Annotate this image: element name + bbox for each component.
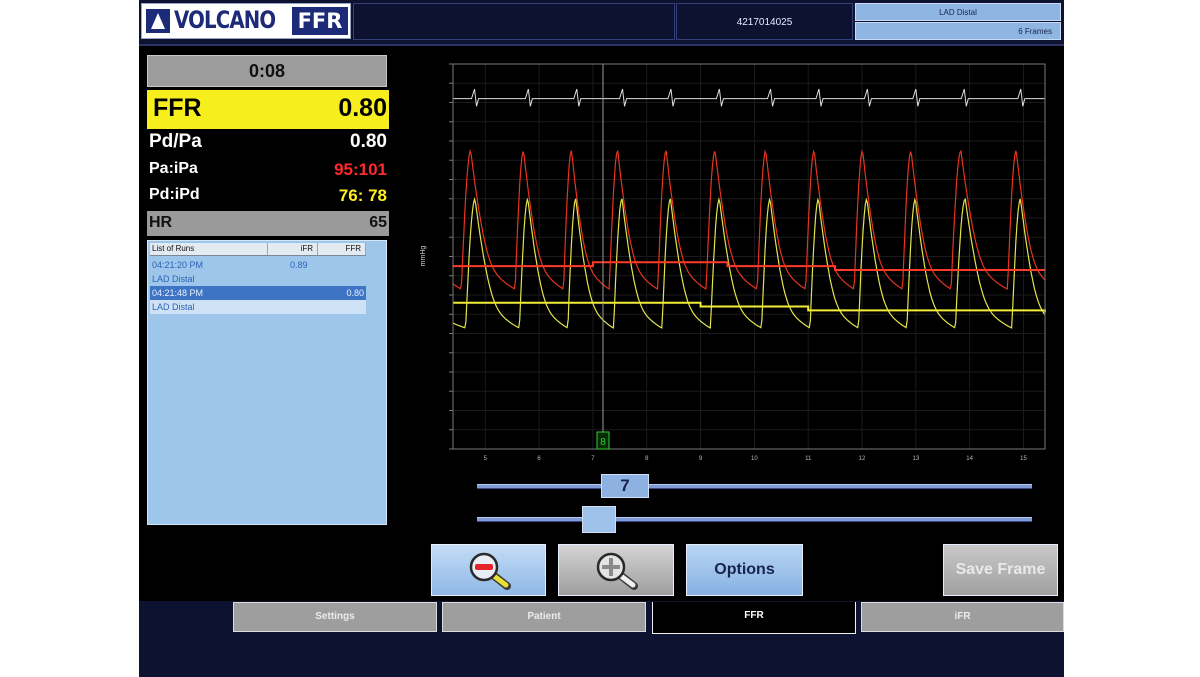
patient-id[interactable]: 4217014025	[676, 3, 853, 40]
pa-ipa-label: Pa:iPa	[149, 160, 198, 177]
x-tick-label: 6	[537, 456, 541, 462]
x-tick-label: 14	[966, 456, 973, 462]
pd-ipd-readout: Pd:iPd 76: 78	[147, 186, 389, 212]
chart-ticks: 5 6 7 8 9 10 11 12 13 14 15	[449, 63, 1027, 462]
x-tick-label: 7	[591, 456, 595, 462]
zoom-out-button[interactable]	[431, 544, 546, 596]
header-bar: VOLCANO FFR 4217014025 LAD Distal 6 Fram…	[139, 0, 1064, 46]
column-list-of-runs[interactable]: List of Runs	[150, 243, 268, 255]
pressure-chart[interactable]: 5 6 7 8 9 10 11 12 13 14 15 mmHg 8	[417, 58, 1053, 468]
tab-ifr[interactable]: iFR	[861, 602, 1064, 632]
pd-ipd-value: 76: 78	[338, 186, 387, 205]
run-row-1-vessel[interactable]: LAD Distal	[150, 272, 366, 286]
x-tick-label: 11	[805, 456, 812, 462]
x-tick-label: 10	[751, 456, 758, 462]
frame-slider-track[interactable]	[477, 484, 1032, 489]
run-vessel: LAD Distal	[152, 302, 195, 312]
run-ifr: 0.89	[290, 260, 308, 270]
ffr-value: 0.80	[338, 94, 387, 122]
save-frame-button[interactable]: Save Frame	[943, 544, 1058, 596]
logo-ffr-badge: FFR	[292, 7, 348, 35]
zoom-in-button[interactable]	[558, 544, 674, 596]
ecg-trace	[453, 88, 1045, 107]
x-tick-label: 13	[912, 456, 919, 462]
x-tick-label: 12	[859, 456, 866, 462]
chart-traces	[452, 88, 1046, 329]
hr-label: HR	[149, 214, 173, 231]
header-info-field	[353, 3, 675, 40]
y-axis-label: mmHg	[420, 246, 427, 267]
run-ffr: 0.80	[346, 288, 364, 298]
pa-ipa-readout: Pa:iPa 95:101	[147, 160, 389, 186]
pa-ipa-value: 95:101	[334, 160, 387, 179]
x-tick-label: 9	[699, 456, 703, 462]
runs-list-header: List of Runs iFR FFR	[150, 243, 366, 256]
x-tick-label: 15	[1020, 456, 1027, 462]
tab-ffr[interactable]: FFR	[652, 602, 856, 634]
zoom-out-icon	[469, 552, 511, 590]
run-time: 04:21:20 PM	[152, 260, 204, 270]
logo-text: VOLCANO	[174, 6, 276, 34]
time-marker-label: 8	[600, 437, 606, 448]
x-tick-label: 8	[645, 456, 649, 462]
run-vessel: LAD Distal	[152, 274, 195, 284]
chart-grid	[453, 63, 1045, 450]
heart-rate-readout: HR 65	[147, 211, 389, 236]
pressure-chart-svg: 5 6 7 8 9 10 11 12 13 14 15 mmHg 8	[420, 63, 1046, 462]
pd-pa-readout: Pd/Pa 0.80	[147, 131, 389, 157]
tab-settings[interactable]: Settings	[233, 602, 437, 632]
zoom-slider-thumb[interactable]	[582, 506, 616, 533]
tab-patient[interactable]: Patient	[442, 602, 646, 632]
vessel-name[interactable]: LAD Distal	[855, 3, 1061, 21]
logo-mark-icon	[146, 9, 170, 33]
ffr-readout: FFR 0.80	[147, 90, 389, 129]
run-row-1[interactable]: 04:21:20 PM 0.89	[150, 258, 366, 272]
x-tick-label: 5	[484, 456, 488, 462]
pd-pa-value: 0.80	[350, 131, 387, 152]
tab-bar: Settings Patient FFR iFR	[139, 601, 1064, 677]
options-button[interactable]: Options	[686, 544, 803, 596]
pd-pa-label: Pd/Pa	[149, 131, 202, 152]
frame-slider-value: 7	[620, 476, 630, 495]
vessel-selector[interactable]: LAD Distal 6 Frames	[855, 3, 1061, 40]
ffr-label: FFR	[153, 94, 202, 122]
run-time: 04:21:48 PM	[152, 288, 204, 298]
zoom-slider-track[interactable]	[477, 517, 1032, 522]
frame-count: 6 Frames	[855, 22, 1061, 40]
column-ifr[interactable]: iFR	[268, 243, 318, 255]
frame-slider-thumb[interactable]: 7	[601, 474, 649, 498]
timer-display: 0:08	[147, 55, 387, 87]
volcano-logo: VOLCANO FFR	[141, 3, 351, 39]
runs-list[interactable]: List of Runs iFR FFR 04:21:20 PM 0.89 LA…	[147, 240, 387, 525]
pa-pressure-trace	[452, 148, 1046, 291]
run-row-2-vessel[interactable]: LAD Distal	[150, 300, 366, 314]
ffr-console: VOLCANO FFR 4217014025 LAD Distal 6 Fram…	[139, 0, 1064, 677]
hr-value: 65	[369, 214, 387, 231]
run-row-2[interactable]: 04:21:48 PM 0.80	[150, 286, 366, 300]
zoom-in-icon	[596, 552, 638, 590]
pd-ipd-label: Pd:iPd	[149, 186, 200, 203]
column-ffr[interactable]: FFR	[318, 243, 366, 255]
